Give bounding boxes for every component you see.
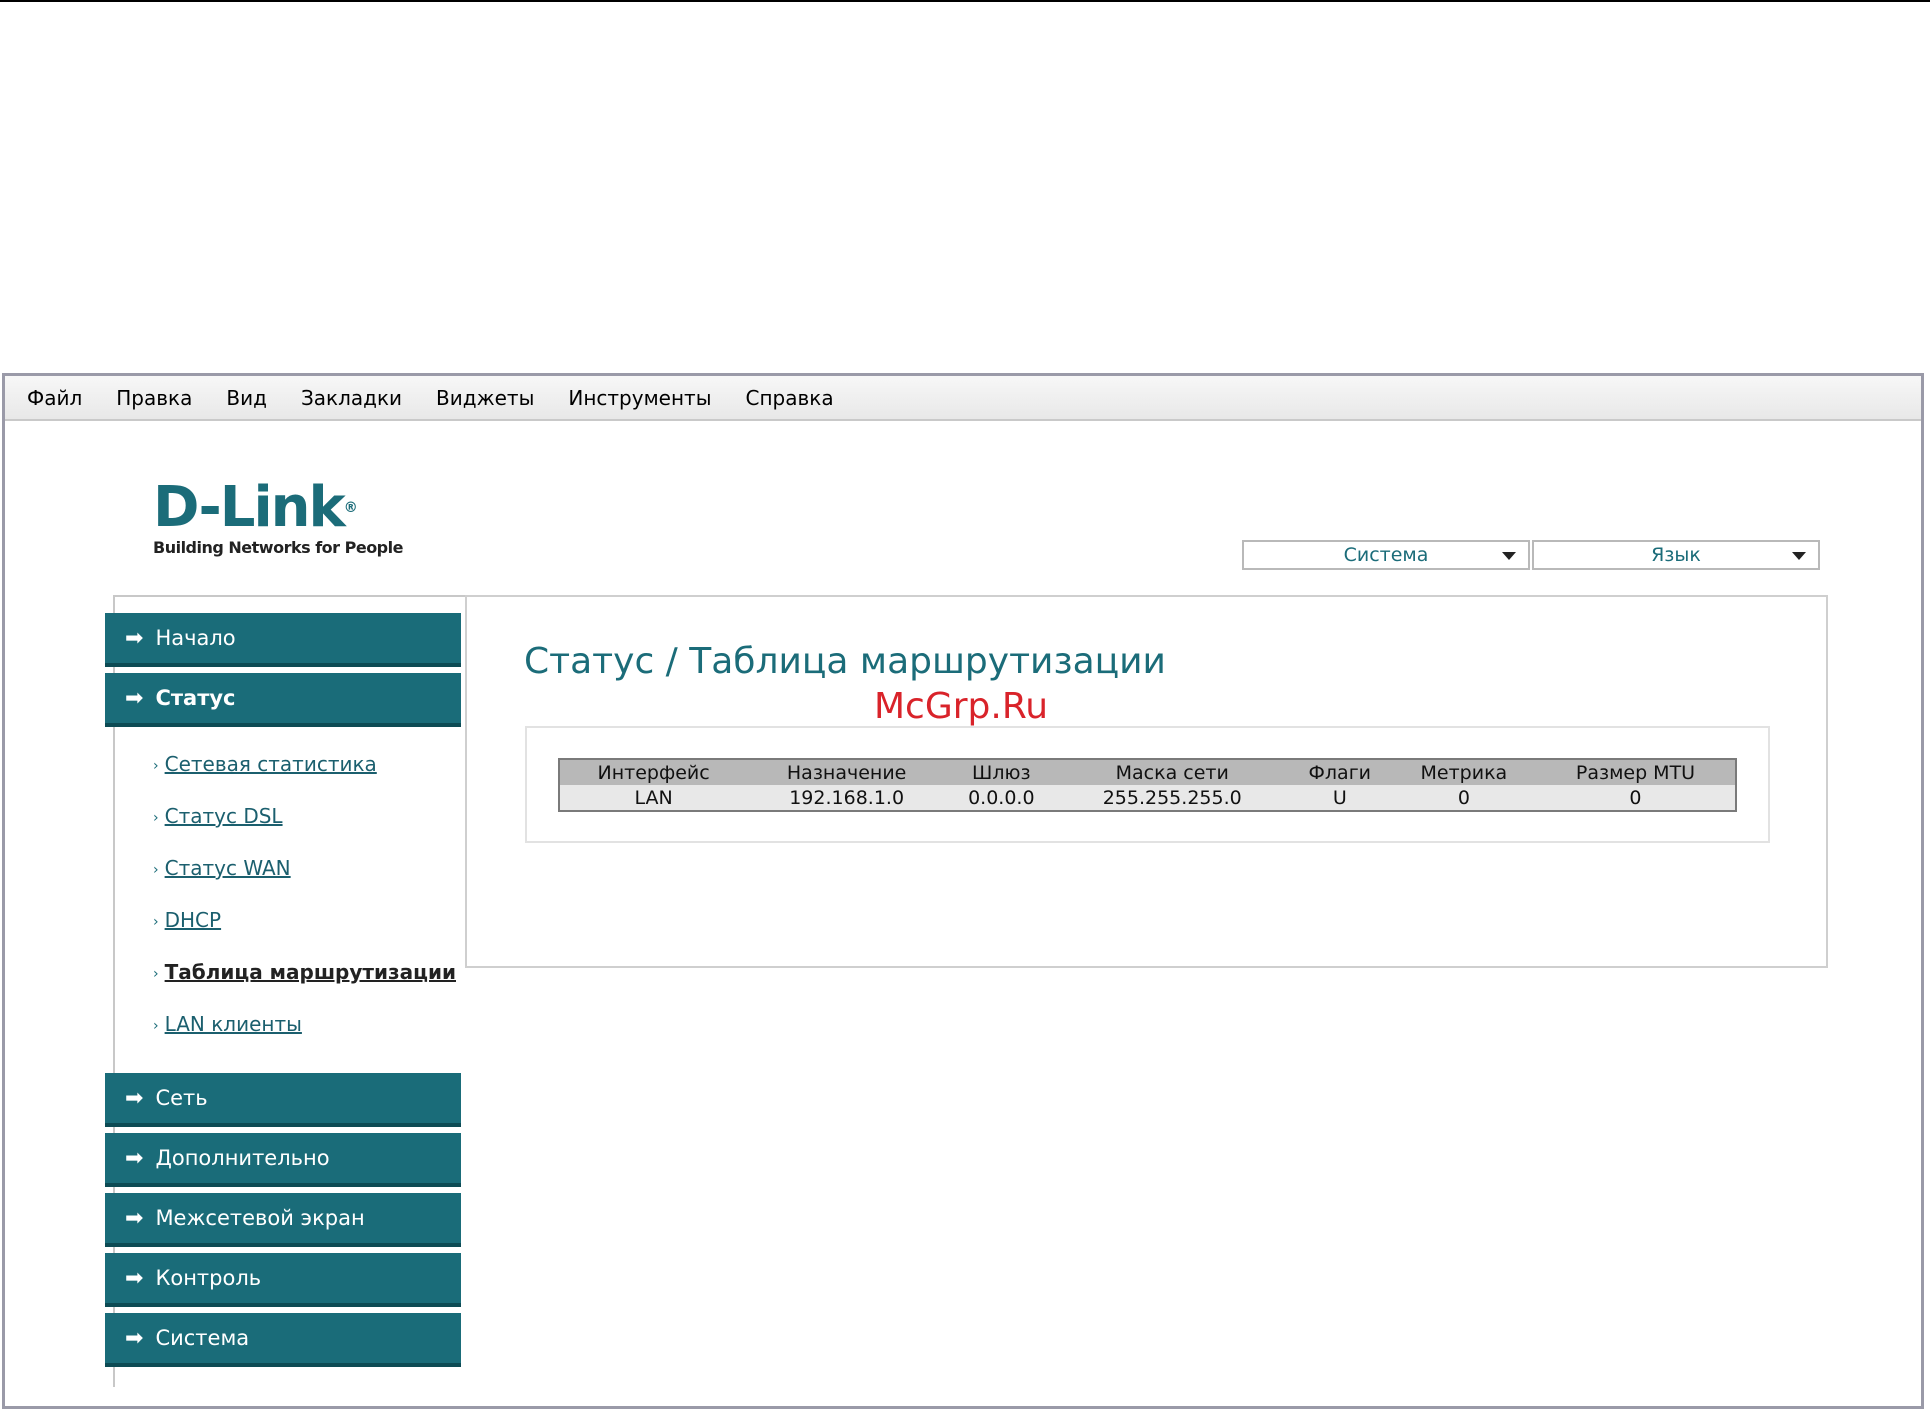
nav-item-label: Контроль bbox=[155, 1266, 262, 1290]
table-row: LAN 192.168.1.0 0.0.0.0 255.255.255.0 U … bbox=[559, 785, 1736, 811]
bullet-icon: › bbox=[153, 757, 159, 774]
menu-file[interactable]: Файл bbox=[27, 386, 82, 410]
arrow-right-icon: ➡ bbox=[125, 1325, 144, 1351]
table-header-row: Интерфейс Назначение Шлюз Маска сети Фла… bbox=[559, 759, 1736, 785]
arrow-right-icon: ➡ bbox=[125, 1145, 144, 1171]
menu-help[interactable]: Справка bbox=[745, 386, 833, 410]
page-title: Статус / Таблица маршрутизации bbox=[524, 641, 1166, 682]
menubar: Файл Правка Вид Закладки Виджеты Инструм… bbox=[5, 376, 1921, 421]
table-cell: 0 bbox=[1391, 785, 1536, 811]
browser-window: Файл Правка Вид Закладки Виджеты Инструм… bbox=[2, 373, 1924, 1409]
submenu-item-label: Таблица маршрутизации bbox=[164, 960, 456, 984]
menu-tools[interactable]: Инструменты bbox=[568, 386, 711, 410]
nav-item-label: Статус bbox=[155, 686, 236, 710]
system-select[interactable]: Система bbox=[1242, 540, 1530, 570]
table-cell: 255.255.255.0 bbox=[1056, 785, 1288, 811]
routing-table: Интерфейс Назначение Шлюз Маска сети Фла… bbox=[558, 758, 1737, 812]
nav-item-status[interactable]: ➡ Статус bbox=[105, 673, 461, 723]
bullet-icon: › bbox=[153, 913, 159, 930]
menu-widgets[interactable]: Виджеты bbox=[436, 386, 534, 410]
bullet-icon: › bbox=[153, 1017, 159, 1034]
submenu-item-wan-status[interactable]: › Статус WAN bbox=[153, 856, 291, 880]
column-header: Размер MTU bbox=[1535, 759, 1736, 785]
column-header: Метрика bbox=[1391, 759, 1536, 785]
bullet-icon: › bbox=[153, 965, 159, 982]
watermark: McGrp.Ru bbox=[874, 686, 1049, 727]
nav-item-label: Начало bbox=[155, 626, 236, 650]
language-select-value: Язык bbox=[1651, 544, 1701, 566]
arrow-right-icon: ➡ bbox=[125, 625, 144, 651]
nav-item-advanced[interactable]: ➡ Дополнительно bbox=[105, 1133, 461, 1183]
table-cell: 0.0.0.0 bbox=[946, 785, 1057, 811]
arrow-right-icon: ➡ bbox=[125, 1085, 144, 1111]
chevron-down-icon bbox=[1792, 552, 1806, 560]
arrow-right-icon: ➡ bbox=[125, 685, 144, 711]
system-select-value: Система bbox=[1343, 544, 1429, 566]
column-header: Маска сети bbox=[1056, 759, 1288, 785]
bullet-icon: › bbox=[153, 809, 159, 826]
nav-item-system[interactable]: ➡ Система bbox=[105, 1313, 461, 1363]
column-header: Интерфейс bbox=[559, 759, 748, 785]
submenu-item-label: Статус DSL bbox=[164, 804, 283, 828]
top-rule bbox=[0, 0, 1930, 2]
nav-item-network[interactable]: ➡ Сеть bbox=[105, 1073, 461, 1123]
submenu-item-dsl-status[interactable]: › Статус DSL bbox=[153, 804, 283, 828]
table-cell: 192.168.1.0 bbox=[747, 785, 947, 811]
table-cell: LAN bbox=[559, 785, 748, 811]
submenu-item-label: LAN клиенты bbox=[164, 1012, 302, 1036]
bullet-icon: › bbox=[153, 861, 159, 878]
table-cell: U bbox=[1287, 785, 1392, 811]
language-select[interactable]: Язык bbox=[1532, 540, 1820, 570]
nav-item-label: Дополнительно bbox=[155, 1146, 330, 1170]
nav-item-control[interactable]: ➡ Контроль bbox=[105, 1253, 461, 1303]
submenu-item-lan-clients[interactable]: › LAN клиенты bbox=[153, 1012, 302, 1036]
arrow-right-icon: ➡ bbox=[125, 1205, 144, 1231]
nav-item-firewall[interactable]: ➡ Межсетевой экран bbox=[105, 1193, 461, 1243]
submenu-item-routing-table[interactable]: › Таблица маршрутизации bbox=[153, 960, 456, 984]
submenu-item-label: Сетевая статистика bbox=[164, 752, 377, 776]
table-cell: 0 bbox=[1535, 785, 1736, 811]
nav-item-home[interactable]: ➡ Начало bbox=[105, 613, 461, 663]
nav-item-label: Межсетевой экран bbox=[155, 1206, 365, 1230]
submenu-item-label: Статус WAN bbox=[164, 856, 291, 880]
nav-item-label: Система bbox=[155, 1326, 250, 1350]
column-header: Флаги bbox=[1287, 759, 1392, 785]
submenu-item-network-stats[interactable]: › Сетевая статистика bbox=[153, 752, 377, 776]
dlink-logo: D-Link® Building Networks for People bbox=[153, 475, 403, 558]
arrow-right-icon: ➡ bbox=[125, 1265, 144, 1291]
logo-tagline: Building Networks for People bbox=[153, 538, 403, 557]
submenu-item-label: DHCP bbox=[164, 908, 222, 932]
chevron-down-icon bbox=[1502, 552, 1516, 560]
column-header: Шлюз bbox=[946, 759, 1057, 785]
nav-item-label: Сеть bbox=[155, 1086, 208, 1110]
menu-edit[interactable]: Правка bbox=[116, 386, 192, 410]
column-header: Назначение bbox=[747, 759, 947, 785]
submenu-item-dhcp[interactable]: › DHCP bbox=[153, 908, 221, 932]
logo-name: D-Link bbox=[153, 475, 346, 540]
menu-bookmarks[interactable]: Закладки bbox=[301, 386, 402, 410]
menu-view[interactable]: Вид bbox=[226, 386, 267, 410]
